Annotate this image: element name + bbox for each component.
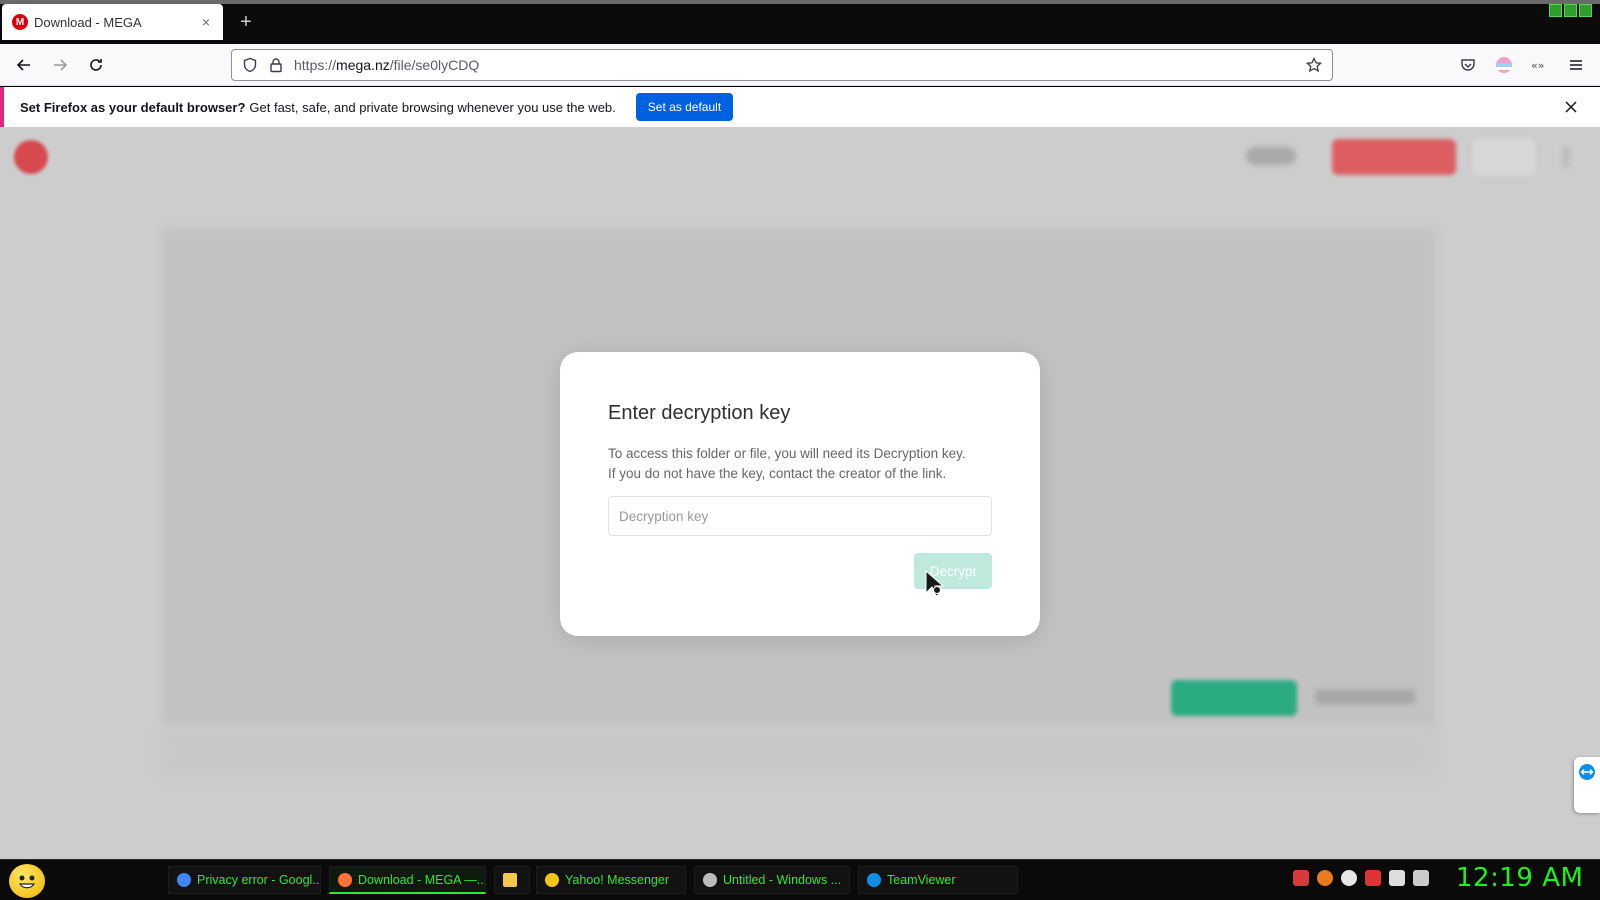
set-as-default-button[interactable]: Set as default	[635, 93, 734, 121]
taskbar-item-chrome[interactable]: Privacy error - Googl...	[168, 866, 321, 894]
dialog-title: Enter decryption key	[608, 402, 791, 424]
file-info-bar-blurred	[163, 727, 1435, 777]
download-button-blurred	[1171, 680, 1297, 716]
extensions-icon[interactable]: «»	[1528, 53, 1552, 77]
window-controls[interactable]	[1549, 4, 1592, 17]
taskbar-item-label: Yahoo! Messenger	[565, 873, 669, 887]
taskbar-item-teamviewer[interactable]: TeamViewer	[858, 866, 1018, 894]
menu-hamburger-icon[interactable]	[1564, 53, 1588, 77]
reload-button[interactable]	[84, 53, 108, 77]
taskbar-item-label: Untitled - Windows ...	[723, 873, 842, 887]
record-icon[interactable]	[1293, 870, 1309, 886]
login-button-blurred	[1473, 139, 1535, 175]
firefox-account-icon[interactable]	[1492, 53, 1516, 77]
teamviewer-icon	[867, 873, 881, 887]
reload-icon	[90, 59, 102, 71]
notification-title: Set Firefox as your default browser?	[20, 99, 246, 115]
lock-icon[interactable]	[264, 53, 288, 77]
taskbar: Privacy error - Googl... Download - MEGA…	[0, 859, 1600, 900]
taskbar-item-label: TeamViewer	[887, 873, 956, 887]
url-path: /file/se0lyCDQ	[389, 57, 480, 73]
url-scheme: https://	[294, 57, 337, 73]
dialog-description-line2: If you do not have the key, contact the …	[608, 466, 947, 481]
default-browser-notification: Set Firefox as your default browser? Get…	[0, 87, 1600, 127]
firefox-icon	[338, 872, 352, 887]
folder-icon	[503, 873, 517, 887]
notification-close-icon[interactable]	[1560, 96, 1582, 118]
taskbar-clock[interactable]: 12:19 AM	[1456, 863, 1583, 893]
security-flag-icon[interactable]	[1365, 870, 1381, 886]
back-button[interactable]	[12, 53, 36, 77]
mouse-pointer-icon	[925, 570, 945, 597]
decryption-key-input[interactable]	[608, 496, 992, 536]
create-account-button-blurred	[1332, 139, 1456, 175]
language-selector-blurred	[1246, 147, 1296, 165]
back-arrow-icon	[16, 59, 30, 71]
tab-close-icon[interactable]: ×	[197, 14, 215, 30]
tab-download-mega[interactable]: M Download - MEGA ×	[2, 4, 223, 40]
mega-logo-icon	[14, 140, 48, 174]
chrome-icon	[177, 873, 191, 887]
bookmark-star-icon[interactable]	[1302, 53, 1326, 77]
teamviewer-panel-handle[interactable]	[1574, 757, 1600, 813]
teamviewer-icon	[1579, 764, 1595, 780]
new-tab-button[interactable]: +	[236, 10, 256, 34]
close-window-icon[interactable]	[1579, 4, 1592, 17]
start-button-smiley-icon[interactable]	[9, 864, 45, 898]
dialog-description-line1: To access this folder or file, you will …	[608, 446, 966, 461]
taskbar-item-firefox[interactable]: Download - MEGA —...	[329, 866, 486, 894]
yahoo-messenger-icon	[545, 873, 559, 887]
import-link-blurred	[1315, 690, 1415, 704]
url-domain: mega.nz	[336, 57, 390, 73]
decryption-key-dialog: Enter decryption key To access this fold…	[560, 352, 1040, 636]
maximize-icon[interactable]	[1564, 4, 1577, 17]
taskbar-item-yahoo-messenger[interactable]: Yahoo! Messenger	[536, 866, 686, 894]
address-bar[interactable]: https://mega.nz/file/se0lyCDQ	[231, 49, 1333, 81]
taskbar-item-folder[interactable]	[494, 866, 530, 894]
tab-title: Download - MEGA	[34, 14, 142, 30]
mega-favicon-icon: M	[12, 14, 28, 30]
minimize-icon[interactable]	[1549, 4, 1562, 17]
dialog-description: To access this folder or file, you will …	[608, 444, 1008, 484]
notification-text: Get fast, safe, and private browsing whe…	[249, 99, 616, 115]
page-menu-blurred	[1562, 147, 1570, 167]
windows-movie-maker-icon	[703, 873, 717, 887]
forward-button[interactable]	[48, 53, 72, 77]
search-icon[interactable]	[1317, 870, 1333, 886]
svg-text:«»: «»	[1531, 59, 1544, 71]
forward-arrow-icon	[54, 59, 68, 71]
taskbar-item-label: Download - MEGA —...	[358, 872, 486, 887]
tracking-protection-shield-icon[interactable]	[238, 53, 262, 77]
url-text[interactable]: https://mega.nz/file/se0lyCDQ	[294, 57, 1302, 73]
tab-strip: M Download - MEGA × +	[0, 0, 1600, 44]
volume-icon[interactable]	[1413, 870, 1429, 886]
pocket-icon[interactable]	[1456, 53, 1480, 77]
network-icon[interactable]	[1389, 870, 1405, 886]
system-tray	[1293, 870, 1429, 886]
messenger-tray-icon[interactable]	[1341, 870, 1357, 886]
navigation-toolbar: https://mega.nz/file/se0lyCDQ «»	[0, 44, 1600, 86]
taskbar-item-movie-maker[interactable]: Untitled - Windows ...	[694, 866, 850, 894]
taskbar-item-label: Privacy error - Googl...	[197, 873, 321, 887]
